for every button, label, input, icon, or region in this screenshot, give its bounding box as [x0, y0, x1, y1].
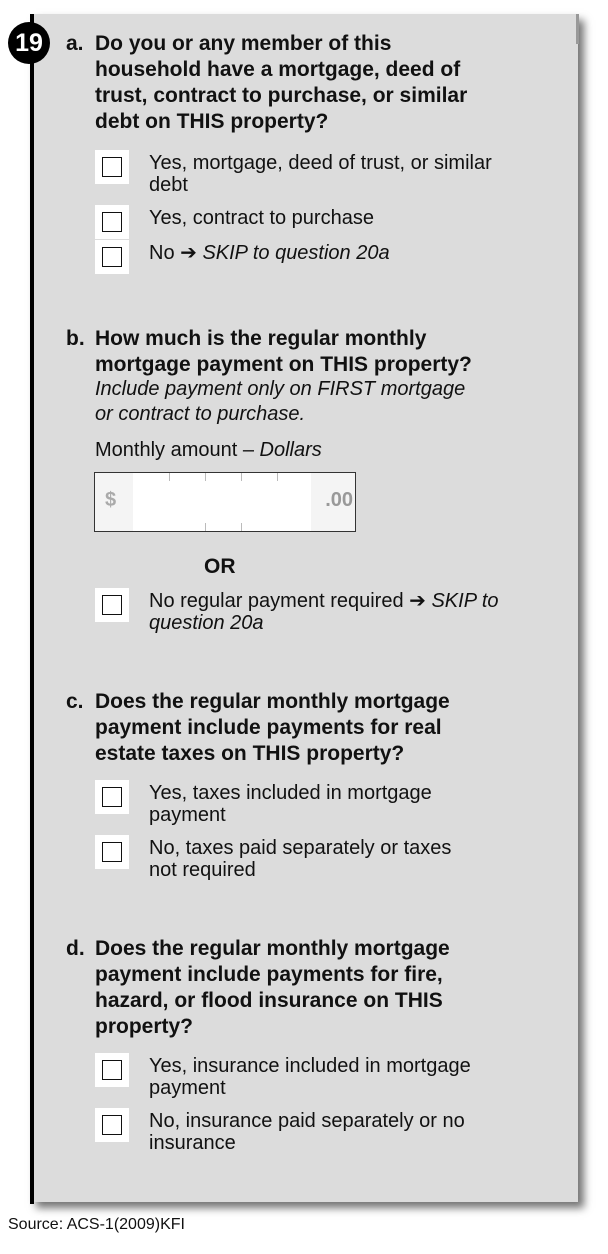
checkbox[interactable]: [95, 780, 129, 814]
digit-tick: [205, 523, 206, 531]
part-letter: c.: [66, 690, 84, 713]
prompt-line: Do you or any member of this: [95, 32, 392, 55]
option-label-cont: payment: [149, 1077, 226, 1099]
left-rule: [30, 14, 34, 1204]
digit-tick: [169, 473, 170, 481]
option-label: No regular payment required ➔: [149, 590, 432, 612]
instruction-line: Include payment only on FIRST mortgage: [95, 378, 466, 400]
question-number-badge: 19: [8, 22, 50, 64]
digit-tick: [241, 473, 242, 481]
prompt-line: property?: [95, 1015, 194, 1038]
or-label: OR: [204, 555, 236, 578]
prompt-line: household have a mortgage, deed of: [95, 58, 461, 81]
prompt-line: mortgage payment on THIS property?: [95, 353, 472, 376]
checkbox[interactable]: [95, 205, 129, 239]
amount-unit: Dollars: [259, 439, 322, 461]
skip-instruction: SKIP to: [431, 590, 499, 612]
part-letter: d.: [66, 937, 85, 960]
monthly-amount-field[interactable]: $ .00: [94, 472, 356, 532]
option-label: Yes, mortgage, deed of trust, or similar: [149, 152, 492, 174]
checkbox[interactable]: [95, 150, 129, 184]
checkbox[interactable]: [95, 835, 129, 869]
prompt-line: payment include payments for fire,: [95, 963, 443, 986]
option-label: No ➔: [149, 242, 203, 264]
skip-instruction-cont: question 20a: [149, 612, 264, 634]
checkbox[interactable]: [95, 1108, 129, 1142]
prompt-line: How much is the regular monthly: [95, 327, 427, 350]
digit-tick: [205, 473, 206, 481]
skip-instruction: SKIP to question 20a: [202, 242, 390, 264]
amount-label: Monthly amount – Dollars: [95, 439, 322, 462]
option-label: Yes, taxes included in mortgage: [149, 782, 432, 804]
prompt-line: estate taxes on THIS property?: [95, 742, 405, 765]
option-label: Yes, contract to purchase: [149, 207, 374, 229]
option-label-cont: debt: [149, 174, 188, 196]
digit-tick: [277, 473, 278, 481]
instruction-line: or contract to purchase.: [95, 403, 306, 425]
prompt-line: Does the regular monthly mortgage: [95, 690, 450, 713]
panel-edge: [576, 14, 579, 44]
option-label-cont: payment: [149, 804, 226, 826]
digit-tick: [241, 523, 242, 531]
option-label: Yes, insurance included in mortgage: [149, 1055, 471, 1077]
prompt-line: debt on THIS property?: [95, 110, 329, 133]
checkbox[interactable]: [95, 240, 129, 274]
option-label-cont: not required: [149, 859, 256, 881]
checkbox[interactable]: [95, 1053, 129, 1087]
question-a-prompt: a. Do you or any member of this household…: [66, 31, 556, 135]
checkbox[interactable]: [95, 588, 129, 622]
cents-label: .00: [325, 489, 353, 511]
part-letter: b.: [66, 327, 85, 350]
option-label: No, taxes paid separately or taxes: [149, 837, 452, 859]
source-caption: Source: ACS-1(2009)KFI: [8, 1216, 185, 1233]
option-label: No, insurance paid separately or no: [149, 1110, 465, 1132]
dollar-sign: $: [105, 489, 117, 511]
question-c-prompt: c. Does the regular monthly mortgage paym…: [66, 689, 556, 767]
option-label-cont: insurance: [149, 1132, 236, 1154]
prompt-line: Does the regular monthly mortgage: [95, 937, 450, 960]
prompt-line: trust, contract to purchase, or similar: [95, 84, 468, 107]
amount-input-area[interactable]: [133, 473, 311, 531]
question-b-instruction: Include payment only on FIRST mortgage o…: [95, 377, 565, 427]
question-d-prompt: d. Does the regular monthly mortgage paym…: [66, 936, 556, 1040]
prompt-line: payment include payments for real: [95, 716, 442, 739]
part-letter: a.: [66, 32, 84, 55]
prompt-line: hazard, or flood insurance on THIS: [95, 989, 443, 1012]
question-b-prompt: b. How much is the regular monthly mortga…: [66, 326, 556, 378]
amount-label-text: Monthly amount –: [95, 439, 260, 461]
